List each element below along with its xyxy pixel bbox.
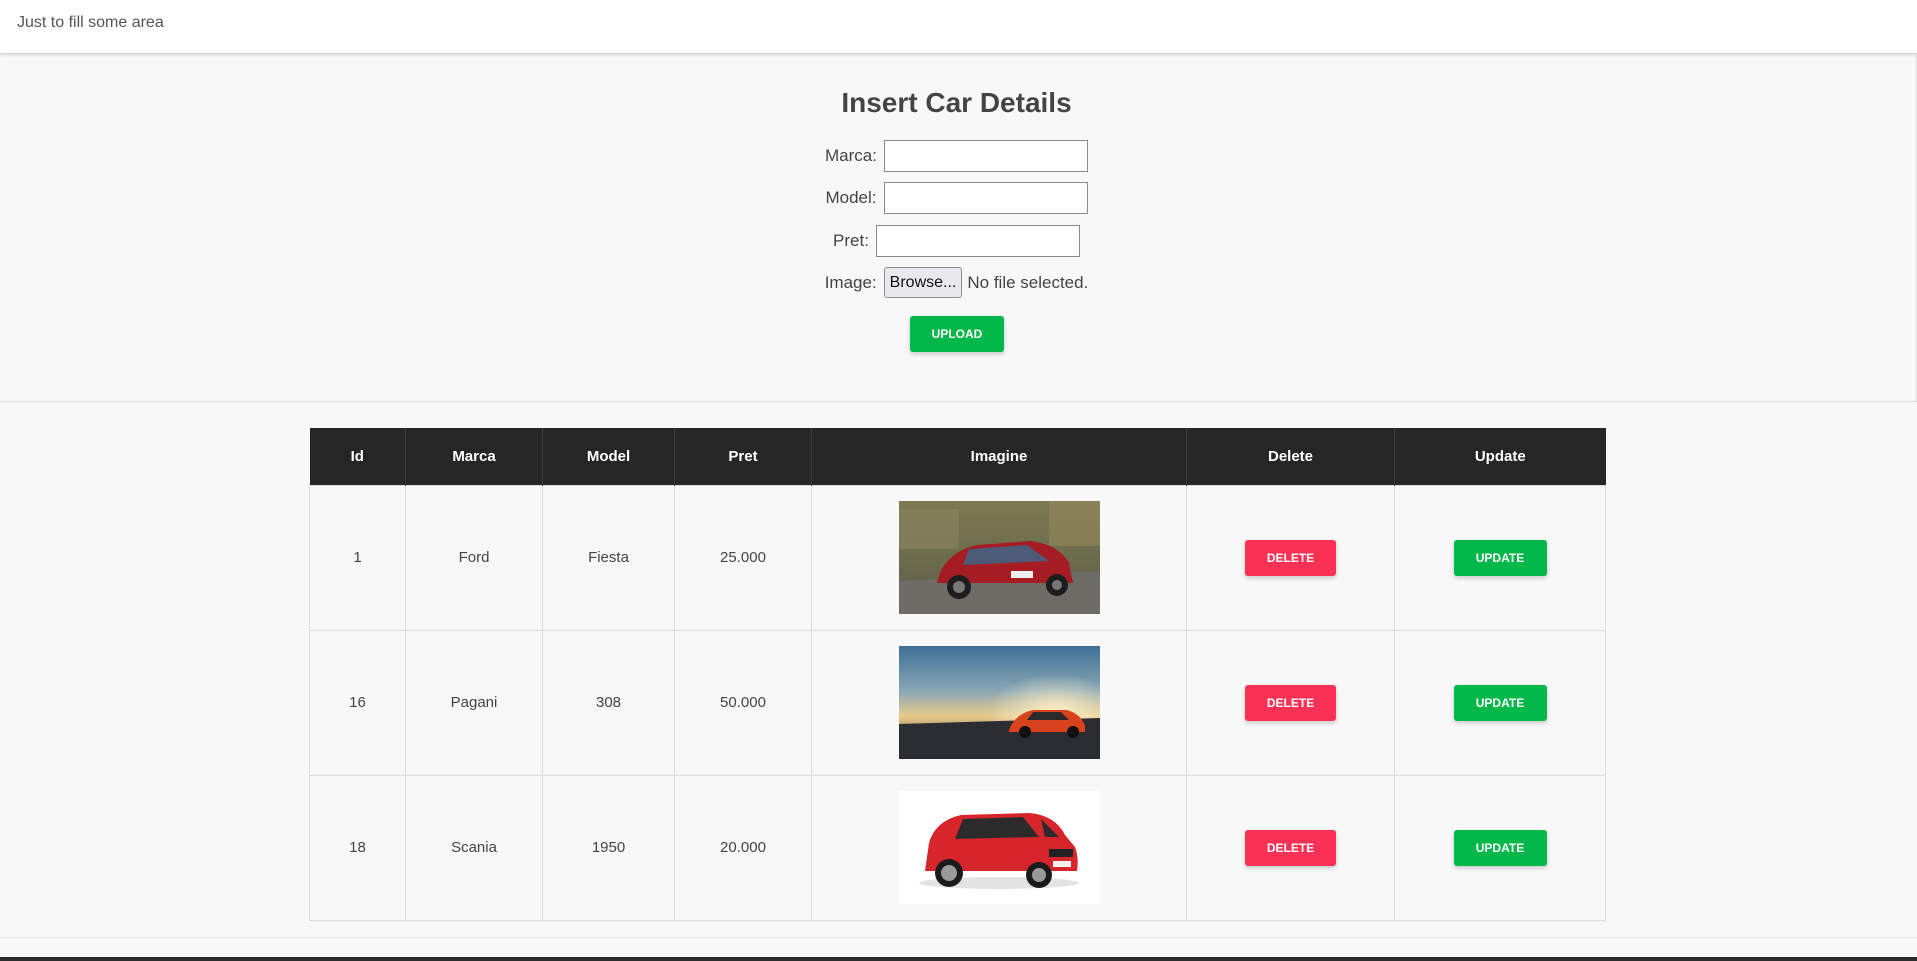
- car-image: [898, 646, 1100, 759]
- pret-label: Pret:: [833, 230, 869, 250]
- cell-delete: DELETE: [1186, 484, 1395, 631]
- cell-marca: Ford: [405, 484, 543, 631]
- update-button[interactable]: UPDATE: [1453, 684, 1547, 721]
- cell-pret: 50.000: [674, 629, 812, 776]
- car-image: [898, 501, 1100, 614]
- cars-table: Id Marca Model Pret Imagine Delete Updat…: [309, 428, 1606, 921]
- top-bar: Just to fill some area: [0, 0, 1917, 53]
- topbar-text: Just to fill some area: [17, 14, 164, 31]
- cell-id: 16: [309, 629, 406, 776]
- table-row: 16 Pagani 308 50.000 DELETE UPDATE: [309, 629, 1606, 776]
- cell-model: 1950: [542, 774, 675, 921]
- header-marca: Marca: [405, 428, 543, 485]
- page-title: Insert Car Details: [841, 87, 1072, 118]
- image-label: Image:: [824, 272, 877, 292]
- header-id: Id: [309, 428, 406, 485]
- browse-button[interactable]: Browse...: [883, 267, 963, 298]
- cell-delete: DELETE: [1186, 774, 1395, 921]
- model-row: Model:: [0, 181, 1913, 214]
- delete-button[interactable]: DELETE: [1245, 684, 1336, 721]
- cell-pret: 20.000: [674, 774, 812, 921]
- divider: [0, 937, 1917, 938]
- header-update: Update: [1394, 428, 1606, 485]
- update-button[interactable]: UPDATE: [1453, 539, 1547, 576]
- cell-imagine: [811, 629, 1187, 776]
- file-status: No file selected.: [967, 272, 1089, 292]
- table-row: 18 Scania 1950 20.000 DELETE UPDATE: [309, 774, 1606, 921]
- cell-update: UPDATE: [1394, 484, 1606, 631]
- insert-form-section: Insert Car Details Marca: Model: Pret: I…: [0, 53, 1917, 402]
- cell-delete: DELETE: [1186, 629, 1395, 776]
- header-model: Model: [542, 428, 675, 485]
- pret-input[interactable]: [875, 224, 1080, 257]
- marca-row: Marca:: [0, 139, 1913, 172]
- marca-input[interactable]: [883, 139, 1088, 172]
- cell-id: 1: [309, 484, 406, 631]
- model-input[interactable]: [883, 181, 1088, 214]
- header-delete: Delete: [1186, 428, 1395, 485]
- cell-imagine: [811, 484, 1187, 631]
- update-button[interactable]: UPDATE: [1453, 829, 1547, 866]
- cell-marca: Pagani: [405, 629, 543, 776]
- cell-model: Fiesta: [542, 484, 675, 631]
- cell-id: 18: [309, 774, 406, 921]
- upload-button[interactable]: UPLOAD: [910, 316, 1004, 352]
- cell-model: 308: [542, 629, 675, 776]
- cell-imagine: [811, 774, 1187, 921]
- delete-button[interactable]: DELETE: [1245, 539, 1336, 576]
- table-row: 1 Ford Fiesta 25.000 DELETE UPDATE: [309, 484, 1606, 631]
- table-header-row: Id Marca Model Pret Imagine Delete Updat…: [309, 428, 1606, 485]
- cell-update: UPDATE: [1394, 774, 1606, 921]
- cell-update: UPDATE: [1394, 629, 1606, 776]
- car-image: [898, 791, 1100, 904]
- header-pret: Pret: [674, 428, 812, 485]
- pret-row: Pret:: [0, 224, 1913, 257]
- model-label: Model:: [825, 187, 877, 207]
- bottom-bar: [0, 957, 1917, 961]
- image-row: Image: Browse... No file selected.: [0, 266, 1913, 299]
- delete-button[interactable]: DELETE: [1245, 829, 1336, 866]
- header-imagine: Imagine: [811, 428, 1187, 485]
- cell-pret: 25.000: [674, 484, 812, 631]
- marca-label: Marca:: [825, 145, 877, 165]
- cell-marca: Scania: [405, 774, 543, 921]
